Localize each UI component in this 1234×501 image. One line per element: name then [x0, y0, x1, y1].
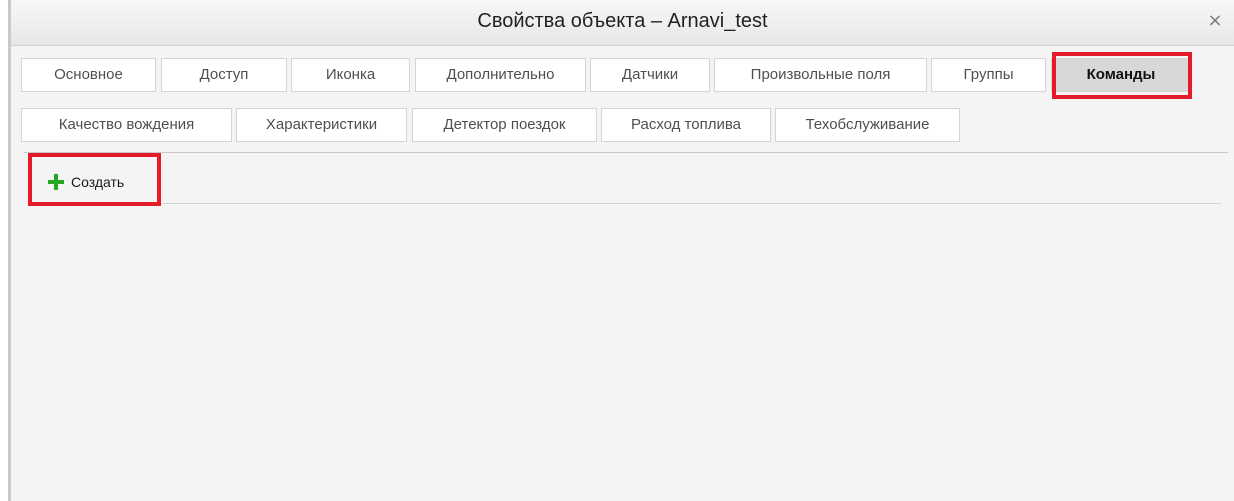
dialog-title: Свойства объекта – Arnavi_test: [477, 10, 768, 32]
tab-main[interactable]: Основное: [21, 58, 156, 92]
plus-icon: [47, 173, 65, 191]
tabs-divider: [24, 152, 1228, 153]
tab-advanced[interactable]: Дополнительно: [415, 58, 586, 92]
tab-sensors[interactable]: Датчики: [590, 58, 710, 92]
tab-maintenance[interactable]: Техобслуживание: [775, 108, 960, 142]
tab-groups[interactable]: Группы: [931, 58, 1046, 92]
toolbar-divider: [161, 203, 1221, 204]
tab-access[interactable]: Доступ: [161, 58, 287, 92]
dialog-titlebar: Свойства объекта – Arnavi_test ×: [11, 0, 1234, 46]
close-icon[interactable]: ×: [1206, 12, 1224, 30]
tab-fuel-consumption[interactable]: Расход топлива: [601, 108, 771, 142]
tab-driving-quality[interactable]: Качество вождения: [21, 108, 232, 142]
tab-characteristics[interactable]: Характеристики: [236, 108, 407, 142]
create-button-label: Создать: [71, 174, 125, 190]
tab-trip-detector[interactable]: Детектор поездок: [412, 108, 597, 142]
tab-commands[interactable]: Команды: [1051, 58, 1191, 92]
object-properties-dialog: Свойства объекта – Arnavi_test × Основно…: [8, 0, 1234, 501]
tab-icon[interactable]: Иконка: [291, 58, 410, 92]
tab-custom-fields[interactable]: Произвольные поля: [714, 58, 927, 92]
create-button[interactable]: Создать: [41, 166, 134, 198]
